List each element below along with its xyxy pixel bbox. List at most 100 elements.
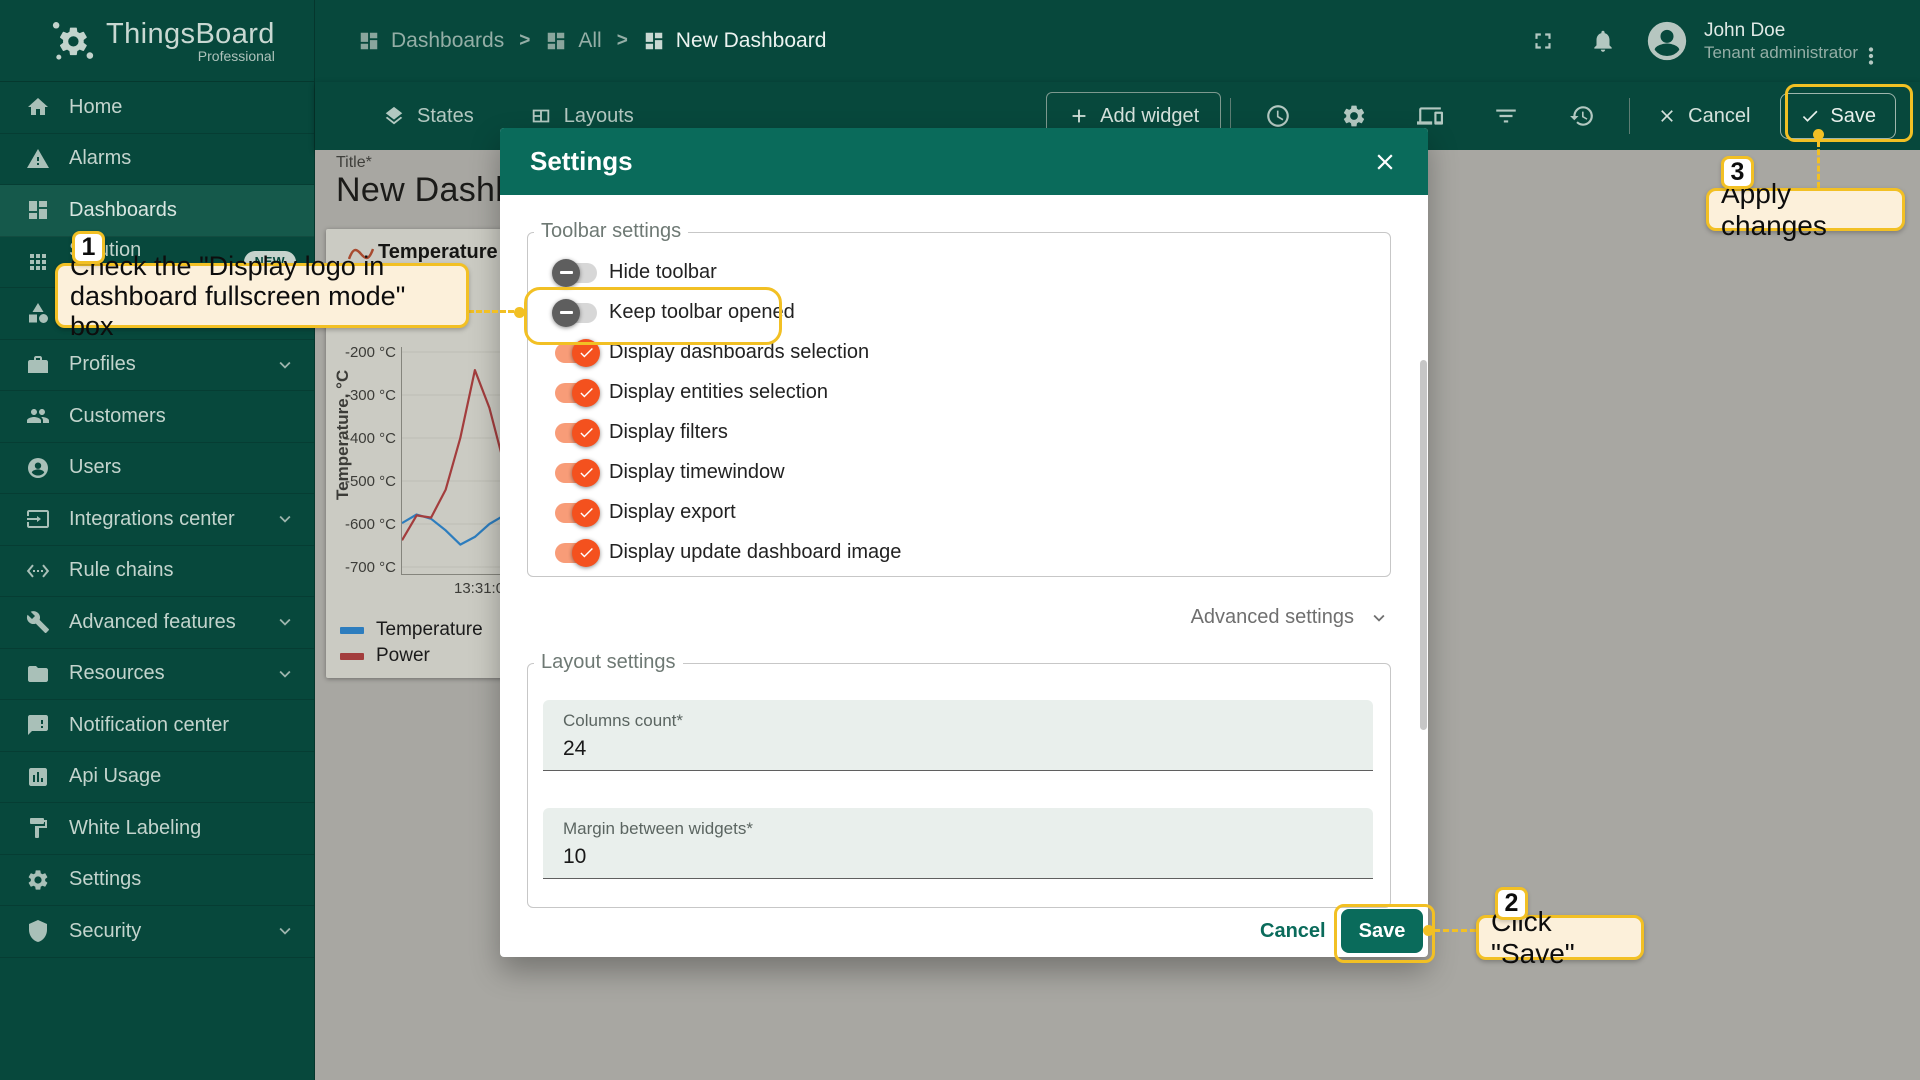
- dialog-scrollbar-thumb[interactable]: [1420, 360, 1427, 730]
- version-control-button[interactable]: [1555, 92, 1609, 140]
- sidebar-item-label: White Labeling: [69, 817, 201, 840]
- close-dialog-button[interactable]: [1372, 149, 1398, 175]
- user-menu[interactable]: John Doe Tenant administrator: [1704, 19, 1858, 64]
- sidebar-item-label: Rule chains: [69, 559, 174, 582]
- add-widget-label: Add widget: [1100, 105, 1199, 128]
- sidebar-item-label: Notification center: [69, 714, 229, 737]
- devices-icon: [1417, 103, 1443, 129]
- toggle-label: Display timewindow: [609, 461, 785, 484]
- sidebar-item-customers[interactable]: Customers: [0, 391, 314, 443]
- minus-icon: [552, 259, 580, 287]
- clock-icon: [1265, 103, 1291, 129]
- notifications-button[interactable]: [1590, 28, 1616, 54]
- annotation-step1-connector: [468, 310, 514, 313]
- breadcrumb: Dashboards>All>New Dashboard: [358, 29, 826, 53]
- bell-icon: [1590, 28, 1616, 54]
- badge-icon: [26, 353, 50, 377]
- breadcrumb-item-new-dashboard[interactable]: New Dashboard: [643, 29, 827, 53]
- category-icon: [26, 301, 50, 325]
- toggle-display-update-dashboard-image[interactable]: [555, 543, 597, 563]
- apps-icon: [26, 250, 50, 274]
- toggle-label: Display entities selection: [609, 381, 828, 404]
- sidebar: ThingsBoard Professional Home Alarms Dashb…: [0, 0, 315, 1080]
- toggle-display-export[interactable]: [555, 503, 597, 523]
- sidebar-item-settings[interactable]: Settings: [0, 855, 314, 907]
- annotation-step2-number: 2: [1495, 887, 1528, 920]
- sidebar-item-alarms[interactable]: Alarms: [0, 134, 314, 186]
- annotation-step2-box: Click "Save": [1476, 915, 1644, 960]
- folder-icon: [26, 662, 50, 686]
- sidebar-item-api-usage[interactable]: Api Usage: [0, 752, 314, 804]
- sidebar-item-label: Dashboards: [69, 199, 177, 222]
- field-value: 10: [563, 845, 586, 869]
- fullscreen-button[interactable]: [1530, 28, 1556, 54]
- check-icon: [572, 379, 600, 407]
- rulechains-icon: [26, 559, 50, 583]
- sidebar-item-white-labeling[interactable]: White Labeling: [0, 803, 314, 855]
- avatar[interactable]: [1644, 18, 1690, 64]
- sidebar-item-integrations-center[interactable]: Integrations center: [0, 494, 314, 546]
- history-icon: [1569, 103, 1595, 129]
- toggle-label: Display filters: [609, 421, 728, 444]
- settings-dialog: Settings Toolbar settings Hide toolbarKe…: [500, 128, 1428, 957]
- sidebar-item-label: Advanced features: [69, 611, 236, 634]
- breadcrumb-item-all[interactable]: All: [545, 29, 601, 53]
- sidebar-item-dashboards[interactable]: Dashboards: [0, 185, 314, 237]
- people-icon: [26, 404, 50, 428]
- dashboards-icon: [643, 30, 665, 52]
- states-icon: [383, 105, 405, 127]
- advanced-settings-expander[interactable]: Advanced settings: [1191, 606, 1390, 629]
- sidebar-item-label: Home: [69, 96, 122, 119]
- warning-icon: [26, 147, 50, 171]
- sidebar-item-users[interactable]: Users: [0, 443, 314, 495]
- toolbar-settings-legend: Toolbar settings: [534, 220, 688, 243]
- sidebar-item-home[interactable]: Home: [0, 82, 314, 134]
- legend-swatch: [340, 653, 364, 660]
- sidebar-nav: HomeAlarmsDashboardsSolution templatesNE…: [0, 82, 314, 958]
- toggle-display-timewindow[interactable]: [555, 463, 597, 483]
- sidebar-item-notification-center[interactable]: Notification center: [0, 700, 314, 752]
- toggle-hide-toolbar[interactable]: [555, 263, 597, 283]
- sidebar-item-advanced-features[interactable]: Advanced features: [0, 597, 314, 649]
- sidebar-item-label: Integrations center: [69, 508, 235, 531]
- tab-layouts[interactable]: Layouts: [530, 105, 634, 128]
- field-margin-between-widgets[interactable]: Margin between widgets* 10: [543, 808, 1373, 879]
- y-tick: -500 °C: [326, 473, 396, 490]
- annotation-step1-box: Check the "Display logo in dashboard ful…: [55, 263, 469, 328]
- tab-states[interactable]: States: [383, 105, 474, 128]
- sidebar-item-rule-chains[interactable]: Rule chains: [0, 546, 314, 598]
- more-menu-button[interactable]: [1858, 28, 1884, 54]
- close-icon: [1372, 149, 1398, 175]
- toggle-display-filters[interactable]: [555, 423, 597, 443]
- paint-icon: [26, 816, 50, 840]
- sidebar-item-resources[interactable]: Resources: [0, 649, 314, 701]
- sidebar-item-label: Api Usage: [69, 765, 161, 788]
- dialog-cancel-button[interactable]: Cancel: [1254, 919, 1332, 944]
- sidebar-item-label: Settings: [69, 868, 141, 891]
- toggle-display-entities-selection[interactable]: [555, 383, 597, 403]
- toggle-row-display-timewindow: Display timewindow: [555, 458, 785, 488]
- dialog-title: Settings: [530, 146, 633, 177]
- annotation-step2-connector: [1434, 929, 1476, 932]
- chevron-down-icon: [274, 508, 296, 530]
- chevron-down-icon: [1368, 607, 1390, 629]
- toolbar-divider: [1629, 98, 1630, 134]
- breadcrumb-label: All: [578, 29, 601, 53]
- toggle-display-dashboards-selection[interactable]: [555, 343, 597, 363]
- filters-button[interactable]: [1479, 92, 1533, 140]
- check-icon: [572, 499, 600, 527]
- integration-icon: [26, 507, 50, 531]
- field-columns-count[interactable]: Columns count*24: [543, 700, 1373, 771]
- sidebar-item-security[interactable]: Security: [0, 906, 314, 958]
- cancel-edit-button[interactable]: Cancel: [1651, 104, 1756, 129]
- title-field-label: Title*: [336, 154, 372, 172]
- breadcrumb-item-dashboards[interactable]: Dashboards: [358, 29, 504, 53]
- gear-icon: [26, 868, 50, 892]
- field-label: Margin between widgets*: [563, 819, 753, 839]
- annotation-highlight-dialog-save: [1334, 904, 1435, 963]
- sidebar-item-profiles[interactable]: Profiles: [0, 340, 314, 392]
- app-name: ThingsBoard: [106, 18, 275, 51]
- app-logo: ThingsBoard Professional: [0, 0, 314, 82]
- toggle-row-display-filters: Display filters: [555, 418, 728, 448]
- y-tick: -400 °C: [326, 430, 396, 447]
